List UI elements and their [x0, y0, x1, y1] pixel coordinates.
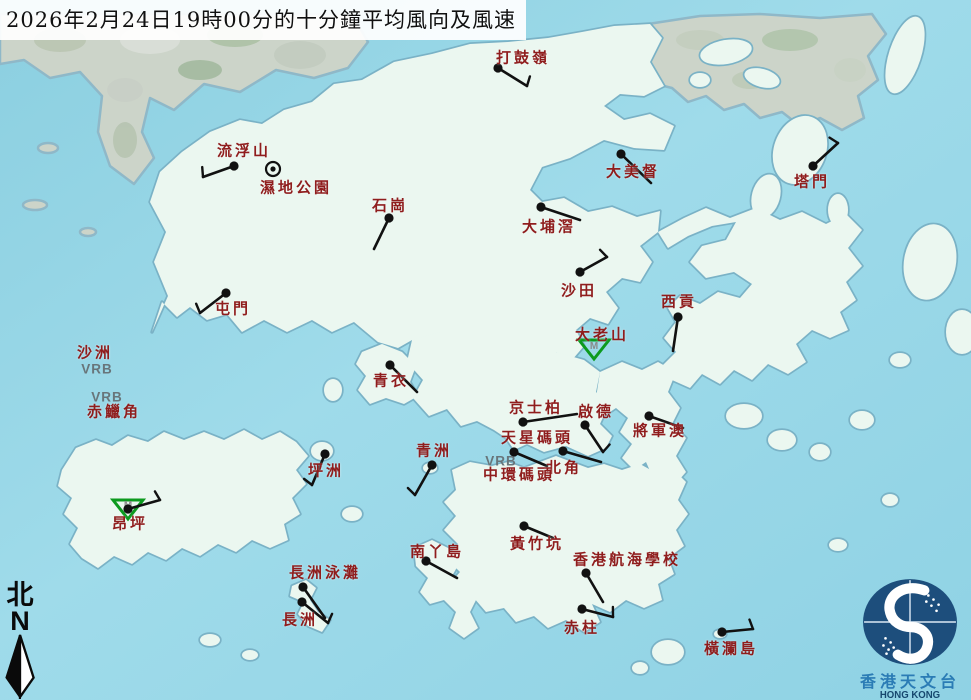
station-dot [558, 446, 567, 455]
station-label[interactable]: 沙田 [561, 280, 597, 301]
station-label[interactable]: 昂坪 [112, 513, 148, 534]
vrb-wind-label: VRB [81, 362, 113, 377]
station-label[interactable]: 香港航海學校 [573, 549, 681, 570]
station-label[interactable]: 赤鱲角 [87, 401, 141, 422]
station-label[interactable]: 青衣 [373, 370, 409, 391]
station-dot [519, 521, 528, 530]
wind-half-barb [202, 167, 203, 177]
station-label[interactable]: 青洲 [416, 440, 452, 461]
station-dot [673, 312, 682, 321]
station-dot [229, 161, 238, 170]
station-dot [717, 627, 726, 636]
station-label[interactable]: 中環碼頭 [483, 464, 555, 485]
station-dot [297, 597, 306, 606]
north-compass: 北 N [2, 583, 38, 699]
map-title: 2026年2月24日19時00分的十分鐘平均風向及風速 [0, 0, 526, 40]
station-label[interactable]: 沙洲 [77, 342, 113, 363]
north-arrow-icon [3, 633, 37, 699]
station-dot [385, 360, 394, 369]
station-label[interactable]: 大美督 [606, 161, 660, 182]
north-letter: N [2, 609, 38, 633]
station-dot [575, 267, 584, 276]
station-label[interactable]: 石崗 [372, 195, 408, 216]
station-dot [581, 568, 590, 577]
station-label[interactable]: 長洲 [282, 609, 318, 630]
station-label[interactable]: 大老山 [575, 324, 629, 345]
hko-name-english: HONG KONG OBSERVATORY [852, 690, 967, 700]
station-dot [320, 449, 329, 458]
station-label[interactable]: 大埔滘 [522, 216, 576, 237]
station-dot [616, 149, 625, 158]
station-label[interactable]: 塔門 [794, 171, 830, 192]
hong-kong-wind-map: MM [0, 0, 971, 700]
wind-map-page: MM 打鼓嶺流浮山濕地公園石崗大美督塔門大埔滘沙田西貢大老山屯門VRB沙洲VRB… [0, 0, 971, 700]
station-label[interactable]: 打鼓嶺 [496, 47, 550, 68]
station-dot [427, 460, 436, 469]
hko-name-chinese: 香港天文台 [850, 674, 970, 690]
hko-logo-icon [861, 577, 959, 667]
station-label[interactable]: 將軍澳 [633, 420, 687, 441]
station-label[interactable]: 赤柱 [564, 617, 600, 638]
station-dot [270, 166, 275, 171]
station-dot [536, 202, 545, 211]
station-label[interactable]: 京士柏 [509, 397, 563, 418]
station-label[interactable]: 南丫島 [410, 541, 464, 562]
station-label[interactable]: 西貢 [661, 291, 697, 312]
station-dot [808, 161, 817, 170]
station-label[interactable]: 啟德 [578, 401, 614, 422]
station-label[interactable]: 濕地公園 [260, 177, 332, 198]
station-dot [298, 582, 307, 591]
station-dot [577, 604, 586, 613]
station-label[interactable]: 天星碼頭 [501, 427, 573, 448]
station-label[interactable]: 流浮山 [217, 140, 271, 161]
station-label[interactable]: 長洲泳灘 [289, 562, 361, 583]
station-dot [580, 420, 589, 429]
station-label[interactable]: 坪洲 [308, 460, 344, 481]
station-dot [221, 288, 230, 297]
station-dot [518, 417, 527, 426]
station-label[interactable]: 橫瀾島 [704, 638, 758, 659]
station-label[interactable]: 屯門 [215, 298, 251, 319]
station-label[interactable]: 黃竹坑 [510, 533, 564, 554]
hko-logo: 香港天文台 HONG KONG OBSERVATORY [850, 577, 970, 700]
